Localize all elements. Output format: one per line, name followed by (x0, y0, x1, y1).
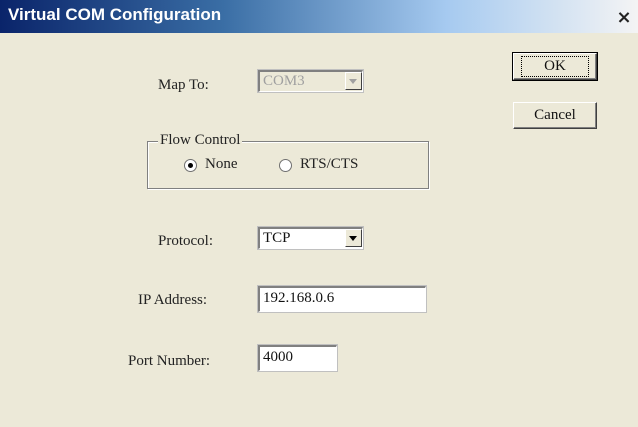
radio-rts-cts-label[interactable]: RTS/CTS (300, 156, 358, 173)
close-icon[interactable]: × (614, 8, 634, 28)
ip-address-label: IP Address: (138, 292, 208, 308)
ok-button[interactable]: OK (512, 52, 598, 81)
port-number-field[interactable]: 4000 (257, 344, 338, 372)
ok-button-label: OK (521, 56, 589, 77)
protocol-select[interactable]: TCP (257, 226, 364, 250)
virtual-com-configuration-dialog: Virtual COM Configuration × Map To: COM3… (0, 0, 638, 427)
map-to-select: COM3 (257, 69, 364, 93)
port-number-label: Port Number: (128, 353, 211, 369)
map-to-value: COM3 (263, 73, 305, 89)
radio-rts-cts[interactable] (279, 159, 292, 172)
cancel-button-label: Cancel (534, 107, 576, 123)
ip-address-value: 192.168.0.6 (263, 290, 335, 306)
cancel-button[interactable]: Cancel (513, 102, 597, 129)
flow-control-legend: Flow Control (158, 132, 243, 149)
window-title: Virtual COM Configuration (8, 5, 222, 24)
protocol-value: TCP (263, 230, 291, 246)
title-bar[interactable]: Virtual COM Configuration × (0, 0, 638, 33)
radio-none[interactable] (184, 159, 197, 172)
map-to-label: Map To: (158, 77, 209, 93)
protocol-label: Protocol: (158, 233, 213, 249)
chevron-down-icon[interactable] (345, 229, 362, 247)
radio-none-label[interactable]: None (205, 156, 238, 173)
flow-control-group: Flow Control None RTS/CTS (147, 132, 429, 189)
chevron-down-icon (345, 72, 362, 90)
ip-address-field[interactable]: 192.168.0.6 (257, 285, 427, 313)
port-number-value: 4000 (263, 349, 293, 365)
